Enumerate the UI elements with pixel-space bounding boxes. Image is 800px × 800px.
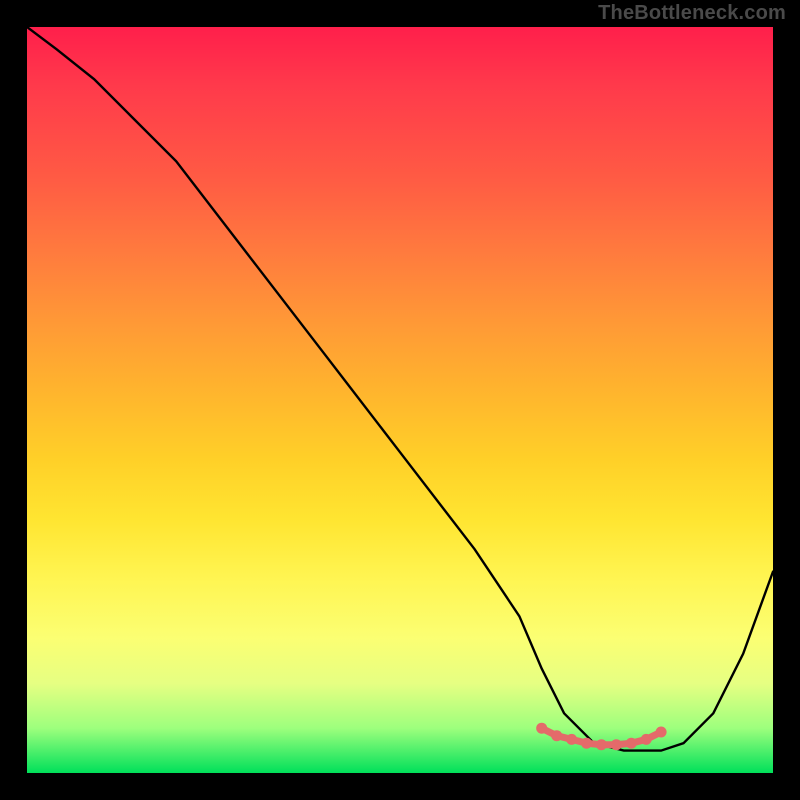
chart-frame: TheBottleneck.com — [0, 0, 800, 800]
bottleneck-curve — [27, 27, 773, 751]
watermark-text: TheBottleneck.com — [598, 2, 786, 25]
plot-area — [27, 27, 773, 773]
optimal-band-dot — [596, 739, 607, 750]
optimal-band-dot — [536, 723, 547, 734]
optimal-band-dot — [581, 738, 592, 749]
optimal-band-dot — [626, 738, 637, 749]
optimal-band-dot — [641, 734, 652, 745]
optimal-band-dot — [611, 739, 622, 750]
chart-svg — [27, 27, 773, 773]
optimal-band-dot — [551, 730, 562, 741]
optimal-band-dot — [656, 727, 667, 738]
optimal-band-marker — [536, 723, 666, 751]
optimal-band-dot — [566, 734, 577, 745]
